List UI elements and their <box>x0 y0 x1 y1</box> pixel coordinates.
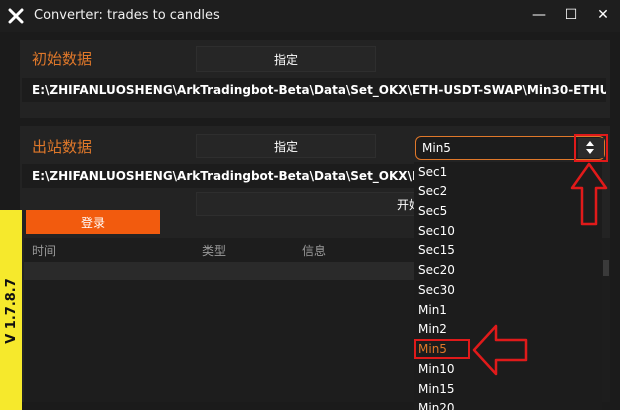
section-divider <box>20 118 610 126</box>
selected-option-highlight <box>414 339 470 359</box>
dropdown-option[interactable]: Sec5 <box>418 202 447 221</box>
log-column-info: 信息 <box>302 244 327 258</box>
version-label: V 1.7.8.7 <box>4 278 19 344</box>
initial-data-label: 初始数据 <box>32 50 93 68</box>
dropdown-option[interactable]: Min1 <box>418 301 447 320</box>
spin-highlight-box <box>574 134 608 162</box>
dropdown-option[interactable]: Min15 <box>418 380 455 399</box>
dropdown-option[interactable]: Sec1 <box>418 163 447 182</box>
dropdown-option[interactable]: Sec2 <box>418 182 447 201</box>
dropdown-option[interactable]: Sec10 <box>418 222 455 241</box>
dropdown-option[interactable]: Min20 <box>418 399 455 410</box>
table-row[interactable] <box>24 262 414 280</box>
dropdown-option[interactable]: Min10 <box>418 360 455 379</box>
output-path-field[interactable]: E:\ZHIFANLUOSHENG\ArkTradingbot-Beta\Dat… <box>22 164 414 188</box>
arrow-left-annotation-icon <box>472 324 528 376</box>
dropdown-option[interactable]: Sec20 <box>418 261 455 280</box>
app-logo-icon <box>8 8 24 24</box>
maximize-button[interactable]: ☐ <box>556 2 586 28</box>
login-button[interactable]: 登录 <box>26 210 160 234</box>
arrow-up-annotation-icon <box>570 162 608 226</box>
output-data-label: 出站数据 <box>32 138 93 156</box>
output-specify-button[interactable]: 指定 <box>196 134 376 158</box>
close-button[interactable]: ✕ <box>588 2 618 28</box>
log-column-type: 类型 <box>202 244 227 258</box>
dropdown-option[interactable]: Min2 <box>418 320 447 339</box>
minimize-button[interactable]: — <box>524 2 554 28</box>
initial-path-field[interactable]: E:\ZHIFANLUOSHENG\ArkTradingbot-Beta\Dat… <box>22 78 606 102</box>
start-convert-button[interactable]: 开始转换 <box>196 192 416 216</box>
log-column-time: 时间 <box>32 244 57 258</box>
log-scrollbar[interactable] <box>603 260 609 276</box>
initial-specify-button[interactable]: 指定 <box>196 46 376 72</box>
window-title: Converter: trades to candles <box>34 8 220 23</box>
dropdown-option[interactable]: Sec15 <box>418 241 455 260</box>
title-bar: Converter: trades to candles — ☐ ✕ <box>0 0 620 32</box>
dropdown-option[interactable]: Sec30 <box>418 281 455 300</box>
